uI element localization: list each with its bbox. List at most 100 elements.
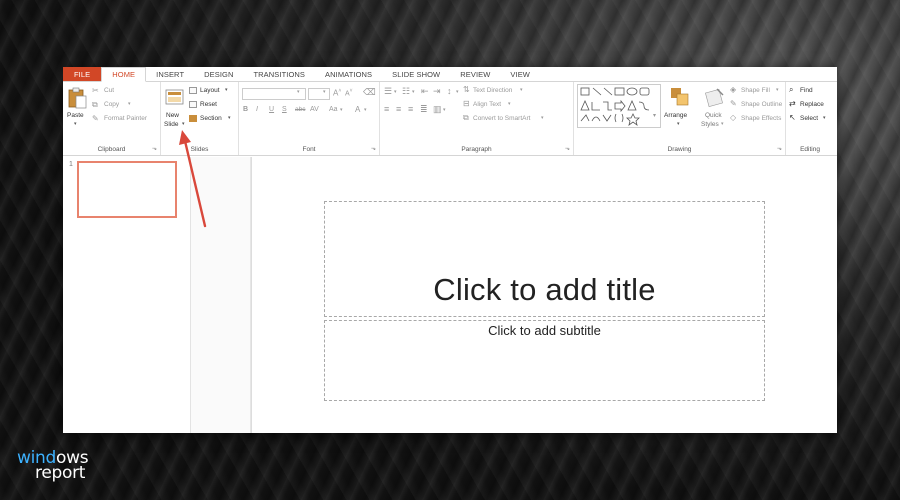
new-slide-icon [165,89,184,105]
quick-styles-icon [705,88,724,107]
smartart-icon: ⧉ [463,113,469,122]
tab-review[interactable]: REVIEW [450,67,500,81]
dialog-launcher-icon[interactable]: ⬎ [777,145,782,152]
paste-icon [68,87,87,109]
quick-styles-label-2: Styles [701,121,719,128]
select-label: Select [800,115,819,122]
align-text-label: Align Text [473,101,502,108]
tab-design[interactable]: DESIGN [194,67,243,81]
editing-group-label: Editing [800,146,820,153]
subtitle-placeholder[interactable]: Click to add subtitle [324,320,765,401]
chevron-down-icon: ▾ [520,87,523,93]
title-placeholder[interactable]: Click to add title [324,201,765,317]
quick-styles-label-1: Quick [705,112,722,119]
bullets-icon[interactable]: ☰ [384,86,392,97]
dialog-launcher-icon[interactable]: ⬎ [152,145,157,152]
chevron-down-icon: ▾ [182,121,185,127]
increase-indent-icon[interactable]: ⇥ [433,86,441,97]
align-right-icon[interactable]: ≡ [408,104,413,114]
section-button[interactable]: Section ▾ [189,113,237,125]
decrease-indent-icon[interactable]: ⇤ [421,86,429,97]
align-center-icon[interactable]: ≡ [396,104,401,114]
line-spacing-icon[interactable]: ↕ [447,86,452,96]
quick-styles-button[interactable]: Quick Styles ▾ [700,85,728,135]
drawing-group-label: Drawing [667,146,692,153]
tab-view[interactable]: VIEW [500,67,540,81]
tab-transitions[interactable]: TRANSITIONS [243,67,315,81]
format-painter-button[interactable]: ✎ Format Painter [92,113,158,125]
slides-group: New Slide ▾ Layout ▾ Reset Section ▾ Sli… [161,82,239,155]
section-icon [189,115,197,122]
slides-group-label: Slides [190,146,209,153]
replace-button[interactable]: ⇄ Replace [789,99,833,111]
slide-thumbnails-pane: 1 [63,157,191,433]
chevron-down-icon: ▾ [323,89,326,95]
italic-button[interactable]: I [256,106,258,113]
shape-effects-button[interactable]: ◇ Shape Effects [730,113,786,125]
tab-animations[interactable]: ANIMATIONS [315,67,382,81]
paintbrush-icon: ✎ [92,114,99,123]
reset-label: Reset [200,101,217,108]
strikethrough-button[interactable]: abc [295,106,305,113]
paste-button[interactable]: Paste ▾ [66,85,88,133]
convert-smartart-button[interactable]: ⧉ Convert to SmartArt ▾ [463,113,571,125]
slide-thumbnail[interactable] [77,161,177,218]
shapes-gallery[interactable] [577,84,661,128]
pane-splitter[interactable] [191,157,251,433]
more-shapes-icon[interactable]: ▾ [653,112,656,119]
tab-file[interactable]: FILE [63,67,102,81]
chevron-down-icon: ▾ [228,115,231,121]
justify-icon[interactable]: ≣ [420,104,428,115]
shape-outline-button[interactable]: ✎ Shape Outline [730,99,786,111]
chevron-down-icon: ▾ [456,89,459,95]
font-group: ▾ ▾ A˄ A˅ ⌫ B I U S abc AV Aa ▾ A ▾ Font… [239,82,380,155]
columns-icon[interactable]: ▥ [433,104,442,115]
paragraph-group: ☰ ▾ ☷ ▾ ⇤ ⇥ ↕ ▾ ≡ ≡ ≡ ≣ ▥ ▾ ⇅ Text Direc… [380,82,574,155]
layout-icon [189,87,197,94]
select-button[interactable]: ↖ Select ▾ [789,113,833,125]
chevron-down-icon: ▾ [508,101,511,107]
clipboard-group: Paste ▾ ✂ Cut ⧉ Copy ▾ ✎ Format Painter … [63,82,161,155]
tab-slide-show[interactable]: SLIDE SHOW [382,67,450,81]
numbering-icon[interactable]: ☷ [402,86,410,97]
shape-outline-label: Shape Outline [741,101,783,108]
shrink-font-icon[interactable]: A˅ [345,88,353,97]
align-text-button[interactable]: ⊟ Align Text ▾ [463,99,571,111]
copy-label: Copy [104,101,120,108]
new-slide-label-2: Slide [164,121,179,128]
find-button[interactable]: ⌕ Find [789,85,833,97]
layout-button[interactable]: Layout ▾ [189,85,235,97]
font-size-box[interactable] [308,88,330,100]
chevron-down-icon: ▾ [74,121,77,127]
cut-button[interactable]: ✂ Cut [92,85,152,97]
new-slide-label-1: New [166,112,180,119]
clear-format-icon[interactable]: ⌫ [363,87,376,98]
slide-number: 1 [69,161,73,168]
bold-button[interactable]: B [243,106,248,113]
new-slide-button[interactable]: New Slide ▾ [163,85,187,141]
grow-font-icon[interactable]: A˄ [333,88,341,98]
layout-label: Layout [200,87,220,94]
align-left-icon[interactable]: ≡ [384,104,389,114]
dialog-launcher-icon[interactable]: ⬎ [565,145,570,152]
convert-smartart-label: Convert to SmartArt [473,115,531,122]
dialog-launcher-icon[interactable]: ⬎ [371,145,376,152]
copy-button[interactable]: ⧉ Copy ▾ [92,99,152,111]
shape-effects-label: Shape Effects [741,115,782,122]
underline-button[interactable]: U [269,106,274,113]
section-label: Section [200,115,222,122]
shadow-button[interactable]: S [282,106,287,113]
reset-button[interactable]: Reset [189,99,235,111]
slide-canvas: Click to add title Click to add subtitle [251,157,837,433]
arrange-button[interactable]: Arrange ▾ [664,85,696,135]
shape-fill-button[interactable]: ◈ Shape Fill ▾ [730,85,786,97]
chevron-down-icon: ▾ [823,115,826,121]
font-color-button[interactable]: A [355,105,360,114]
tab-insert[interactable]: INSERT [146,67,194,81]
logo-line-2: report [35,463,86,483]
character-spacing-icon[interactable]: AV [310,106,319,113]
binoculars-icon: ⌕ [789,85,794,94]
change-case-button[interactable]: Aa [329,106,338,113]
tab-home[interactable]: HOME [101,67,147,82]
text-direction-button[interactable]: ⇅ Text Direction ▾ [463,85,571,97]
